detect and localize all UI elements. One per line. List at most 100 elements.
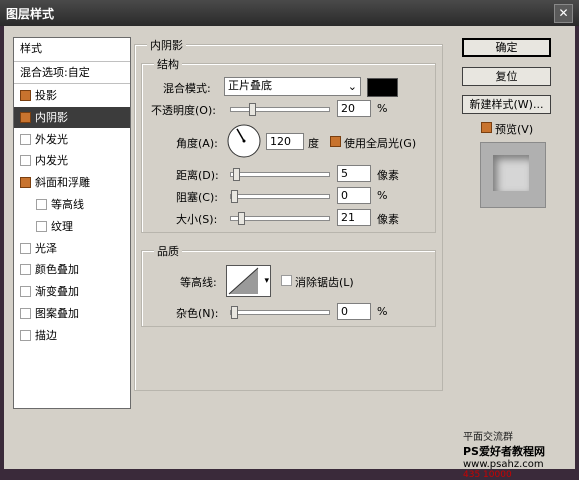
style-item[interactable]: 纹理: [14, 216, 130, 237]
watermark: 平面交流群 PS爱好者教程网 www.psahz.com 435 10000: [463, 428, 573, 480]
style-item[interactable]: 颜色叠加: [14, 259, 130, 280]
watermark-line2: PS爱好者教程网: [463, 445, 545, 458]
style-item[interactable]: 内阴影: [14, 106, 130, 128]
choke-input[interactable]: 0: [337, 187, 371, 204]
opacity-label: 不透明度(O):: [151, 104, 216, 117]
title-bar: 图层样式 ✕: [0, 0, 579, 26]
style-item-checkbox[interactable]: [36, 220, 47, 232]
reset-button[interactable]: 复位: [462, 67, 551, 86]
divider: [14, 83, 130, 84]
anti-alias-checkbox[interactable]: [281, 275, 292, 286]
styles-header[interactable]: 样式: [14, 38, 130, 60]
distance-slider[interactable]: [230, 168, 330, 181]
anti-alias-label: 消除锯齿(L): [295, 276, 354, 289]
style-item-checkbox[interactable]: [20, 286, 31, 298]
shadow-color-swatch[interactable]: [367, 78, 398, 97]
style-item-checkbox[interactable]: [20, 177, 31, 189]
style-item[interactable]: 描边: [14, 325, 130, 346]
noise-slider[interactable]: [230, 306, 330, 319]
window-title: 图层样式: [6, 7, 55, 21]
distance-unit: 像素: [377, 169, 399, 182]
styles-header-label: 样式: [20, 42, 42, 55]
style-item[interactable]: 光泽: [14, 238, 130, 259]
style-item-checkbox[interactable]: [20, 133, 31, 145]
style-item[interactable]: 等高线: [14, 194, 130, 215]
angle-input[interactable]: 120: [266, 133, 304, 150]
noise-input[interactable]: 0: [337, 303, 371, 320]
quality-title: 品质: [154, 243, 182, 259]
style-item-label: 内阴影: [35, 110, 68, 124]
contour-picker[interactable]: ▾: [226, 265, 271, 297]
ok-button[interactable]: 确定: [462, 38, 551, 57]
contour-preview-icon: [228, 267, 259, 295]
blend-mode-value: 正片叠底: [228, 79, 272, 92]
opacity-slider-thumb[interactable]: [249, 103, 257, 116]
style-item-checkbox[interactable]: [20, 155, 31, 167]
style-item-label: 颜色叠加: [35, 263, 79, 277]
style-item-label: 描边: [35, 328, 57, 342]
global-light-label: 使用全局光(G): [344, 137, 417, 150]
style-item-checkbox[interactable]: [20, 329, 31, 341]
angle-label: 角度(A):: [176, 137, 218, 150]
distance-input[interactable]: 5: [337, 165, 371, 182]
choke-slider[interactable]: [230, 190, 330, 203]
style-item-checkbox[interactable]: [36, 199, 47, 210]
style-item-label: 投影: [35, 89, 57, 102]
style-preview-thumbnail: [480, 142, 546, 208]
style-item-checkbox[interactable]: [20, 90, 31, 101]
style-item-label: 斜面和浮雕: [35, 176, 90, 190]
size-input[interactable]: 21: [337, 209, 371, 226]
style-item-label: 渐变叠加: [35, 285, 79, 299]
choke-unit: %: [377, 189, 388, 202]
inner-shadow-title: 内阴影: [147, 37, 186, 53]
style-item-checkbox[interactable]: [20, 264, 31, 276]
contour-label: 等高线:: [180, 276, 217, 289]
size-unit: 像素: [377, 213, 399, 226]
style-item-label: 内发光: [35, 154, 68, 168]
contour-dropdown-icon[interactable]: ▾: [264, 276, 269, 286]
style-item-checkbox[interactable]: [20, 111, 31, 123]
structure-title: 结构: [154, 56, 182, 72]
blend-mode-select[interactable]: 正片叠底 ⌄: [224, 77, 361, 96]
style-item-checkbox[interactable]: [20, 242, 31, 254]
style-item[interactable]: 图案叠加: [14, 303, 130, 324]
style-item-checkbox[interactable]: [20, 308, 31, 319]
blend-options-label: 混合选项:自定: [20, 66, 90, 79]
angle-dial-icon[interactable]: [226, 123, 262, 159]
choke-label: 阻塞(C):: [176, 191, 218, 204]
chevron-down-icon: ⌄: [347, 80, 357, 93]
style-item[interactable]: 渐变叠加: [14, 281, 130, 302]
global-light-checkbox[interactable]: [330, 136, 341, 147]
style-item-label: 纹理: [51, 219, 73, 233]
close-icon[interactable]: ✕: [554, 4, 573, 23]
size-slider-thumb[interactable]: [238, 212, 246, 225]
watermark-line1: 平面交流群: [463, 432, 513, 443]
opacity-input[interactable]: 20: [337, 100, 371, 117]
choke-slider-thumb[interactable]: [231, 190, 238, 203]
watermark-line4: 435 10000: [463, 470, 512, 480]
style-item[interactable]: 投影: [14, 85, 130, 106]
noise-unit: %: [377, 305, 388, 318]
style-item[interactable]: 外发光: [14, 129, 130, 150]
size-slider[interactable]: [230, 212, 330, 225]
distance-label: 距离(D):: [176, 169, 219, 182]
style-item[interactable]: 斜面和浮雕: [14, 172, 130, 193]
style-item-label: 等高线: [51, 198, 84, 211]
style-item-label: 外发光: [35, 132, 68, 146]
opacity-unit: %: [377, 102, 388, 115]
preview-label: 预览(V): [495, 123, 534, 136]
preview-swatch: [493, 155, 529, 191]
size-label: 大小(S):: [176, 213, 218, 226]
opacity-slider[interactable]: [230, 103, 330, 116]
blend-options-item[interactable]: 混合选项:自定: [14, 62, 130, 83]
blend-mode-label: 混合模式:: [163, 82, 211, 95]
style-item-label: 光泽: [35, 241, 57, 255]
style-item-label: 图案叠加: [35, 307, 79, 320]
preview-checkbox[interactable]: [481, 122, 492, 133]
watermark-line3: www.psahz.com: [463, 459, 544, 470]
distance-slider-thumb[interactable]: [232, 168, 240, 181]
style-item[interactable]: 内发光: [14, 150, 130, 171]
new-style-button[interactable]: 新建样式(W)...: [462, 95, 551, 114]
noise-slider-thumb[interactable]: [231, 306, 238, 319]
styles-list: 样式 混合选项:自定 投影内阴影外发光内发光斜面和浮雕等高线纹理光泽颜色叠加渐变…: [13, 37, 131, 409]
